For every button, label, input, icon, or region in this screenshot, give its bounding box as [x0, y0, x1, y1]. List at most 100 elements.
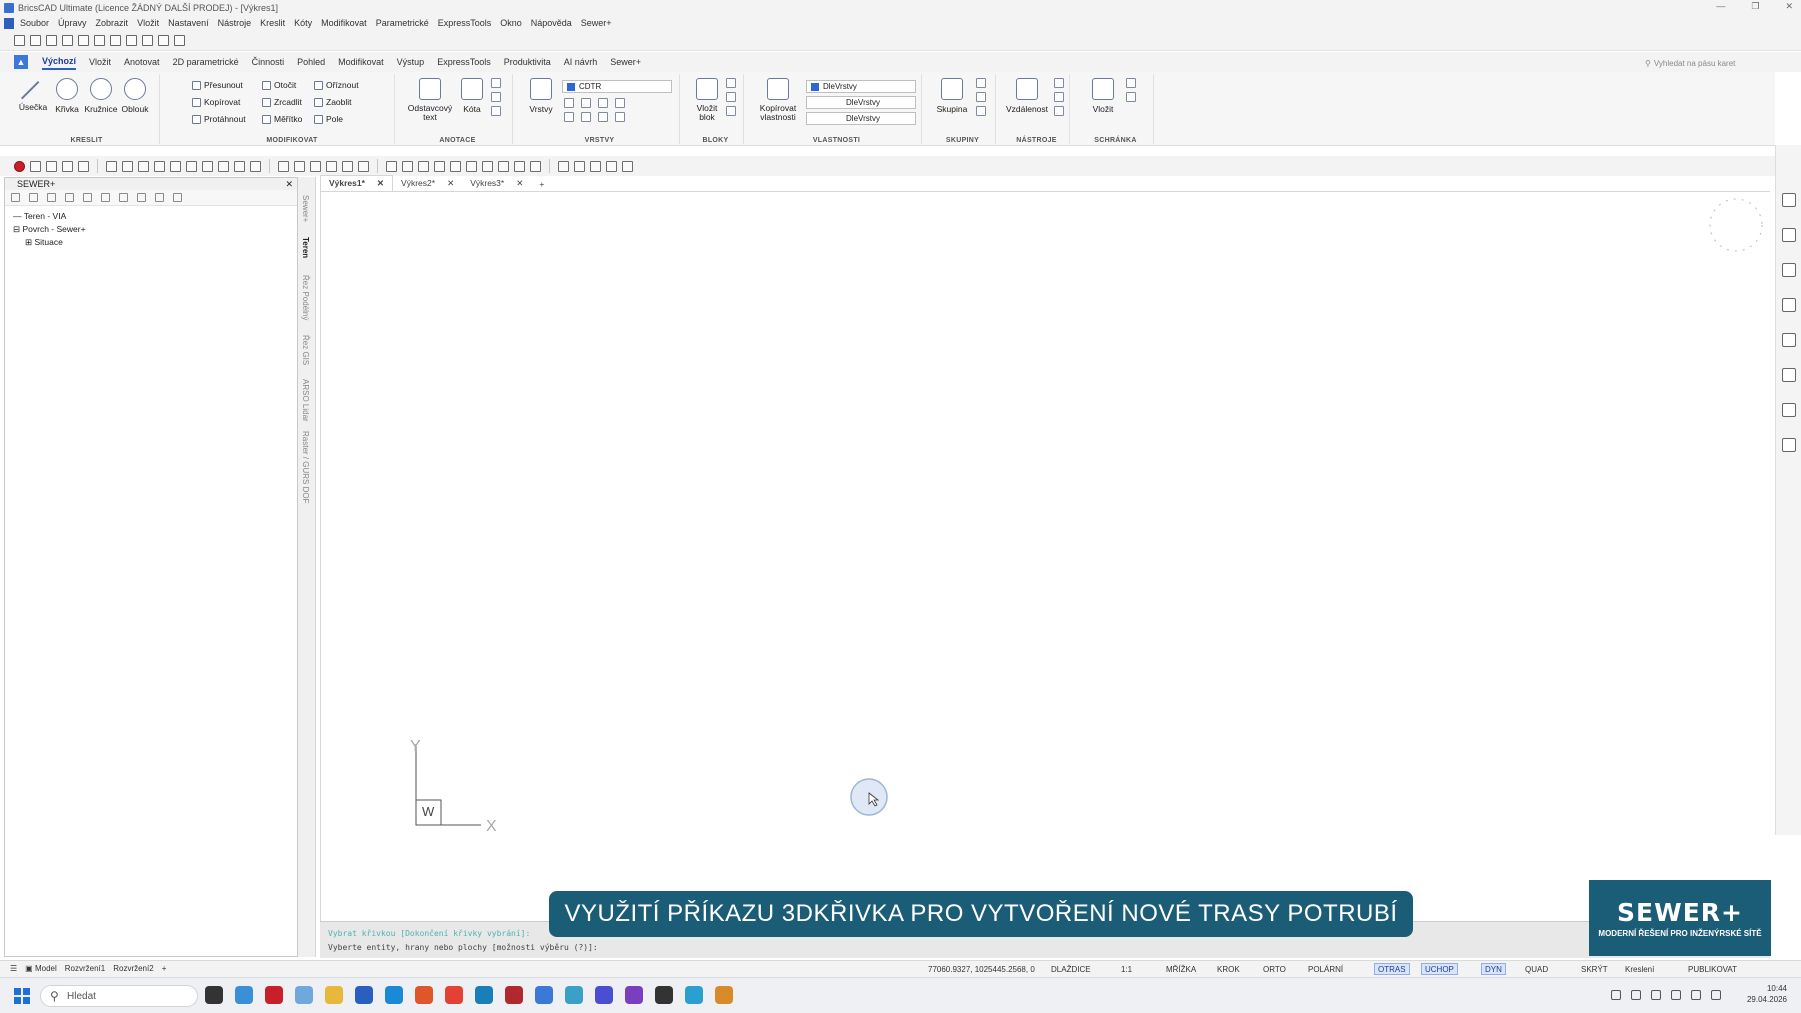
tb-tool-7-icon[interactable] [202, 160, 213, 172]
tb-tool-9-icon[interactable] [278, 160, 289, 172]
microphone-icon[interactable] [1651, 990, 1661, 1000]
tab-pohled[interactable]: Pohled [297, 55, 325, 69]
menu-item-vlozit[interactable]: Vložit [137, 18, 159, 28]
group-tool-3-icon[interactable] [976, 106, 986, 116]
paste-button[interactable]: Vložit [1086, 78, 1120, 114]
layout-tab-rozvrzeni2[interactable]: Rozvržení2 [113, 964, 153, 973]
properties-panel-icon[interactable] [1781, 228, 1796, 242]
side-tab-raster[interactable]: Raster / GURS DOF [301, 431, 310, 503]
layer-tool-8-icon[interactable] [615, 112, 625, 122]
edge-icon[interactable] [385, 986, 403, 1004]
side-tab-teren[interactable]: Teren [301, 237, 310, 258]
menu-item-parametricke[interactable]: Parametrické [376, 18, 429, 28]
tb-tool-16-icon[interactable] [402, 160, 413, 172]
tray-chevron-icon[interactable] [1611, 990, 1621, 1000]
layer-tool-4-icon[interactable] [615, 98, 625, 108]
layers-panel-icon[interactable] [1781, 193, 1796, 207]
app-icon[interactable] [355, 986, 373, 1004]
tb-tool-1-icon[interactable] [106, 160, 117, 172]
panel-tool-2-icon[interactable] [29, 193, 38, 202]
tab-modifikovat[interactable]: Modifikovat [338, 55, 384, 69]
app-icon[interactable] [655, 986, 673, 1004]
stretch-button[interactable]: Protáhnout [192, 114, 246, 124]
layers-button[interactable]: Vrstvy [524, 78, 558, 114]
paste-clip-icon[interactable] [158, 35, 169, 46]
scale-button[interactable]: Měřítko [262, 114, 302, 124]
layer-dropdown[interactable]: CDTR [562, 80, 672, 93]
app-icon[interactable] [595, 986, 613, 1004]
toggle-dlazdice[interactable]: DLAŽDICE [1048, 963, 1094, 975]
tb-tool-13-icon[interactable] [342, 160, 353, 172]
print-icon[interactable] [78, 35, 89, 46]
tab-cinnosti[interactable]: Činnosti [252, 55, 285, 69]
ribbon-app-icon[interactable]: ▲ [14, 55, 28, 69]
tb-tool-14-icon[interactable] [358, 160, 369, 172]
app-icon[interactable] [565, 986, 583, 1004]
close-tab-icon[interactable]: ✕ [516, 178, 523, 189]
tree-item[interactable]: ⊟ Povrch - Sewer+ [13, 223, 297, 236]
panel-close-icon[interactable]: ✕ [285, 179, 293, 190]
array-button[interactable]: Pole [314, 114, 343, 124]
add-layout-icon[interactable]: + [162, 964, 167, 973]
tb-tool-22-icon[interactable] [498, 160, 509, 172]
tree-item[interactable]: ⊞ Situace [13, 236, 297, 249]
tb-tool-27-icon[interactable] [590, 160, 601, 172]
toggle-krok[interactable]: KROK [1214, 963, 1243, 975]
menu-item-nastaveni[interactable]: Nastavení [168, 18, 209, 28]
polyline-button[interactable]: Křivka [50, 78, 84, 114]
clock[interactable]: 10:44 29.04.2026 [1747, 983, 1787, 1005]
toggle-scale[interactable]: 1:1 [1118, 963, 1135, 975]
tab-vystup[interactable]: Výstup [397, 55, 425, 69]
side-tab-rez-gis[interactable]: Řez GIS [301, 335, 310, 365]
circle-button[interactable]: Kružnice [84, 78, 118, 114]
tab-vychozi[interactable]: Výchozí [42, 54, 77, 70]
app-icon[interactable] [625, 986, 643, 1004]
app-icon[interactable] [505, 986, 523, 1004]
tb-tool-2-icon[interactable] [122, 160, 133, 172]
taskview-icon[interactable] [205, 986, 223, 1004]
menu-item-modifikovat[interactable]: Modifikovat [321, 18, 367, 28]
copy-clipboard-icon[interactable] [1126, 92, 1136, 102]
panel-tool-7-icon[interactable] [119, 193, 128, 202]
doc-tab-vykres3[interactable]: Výkres3* ✕ [462, 176, 531, 191]
tb-tool-28-icon[interactable] [606, 160, 617, 172]
toggle-skryt[interactable]: SKRÝT [1578, 963, 1611, 975]
app-icon[interactable] [295, 986, 313, 1004]
tb-open-icon[interactable] [46, 160, 57, 172]
app-icon[interactable] [715, 986, 733, 1004]
linetype-dropdown[interactable]: DleVrstvy [806, 96, 916, 109]
layer-tool-7-icon[interactable] [598, 112, 608, 122]
trim-button[interactable]: Oříznout [314, 80, 359, 90]
structure-icon[interactable] [1781, 368, 1796, 382]
match-icon[interactable] [126, 35, 137, 46]
command-prompt[interactable]: Vyberte entity, hrany nebo plochy [možno… [328, 943, 1770, 952]
side-tab-arso-lidar[interactable]: ARSO Lidar [301, 379, 310, 422]
menu-list-icon[interactable]: ☰ [10, 964, 17, 973]
layout-tab-rozvrzeni1[interactable]: Rozvržení1 [65, 964, 105, 973]
toggle-dyn[interactable]: DYN [1481, 963, 1506, 975]
doc-tab-vykres2[interactable]: Výkres2* ✕ [393, 176, 462, 191]
menu-item-zobrazit[interactable]: Zobrazit [96, 18, 129, 28]
tb-tool-24-icon[interactable] [530, 160, 541, 172]
tb-tool-19-icon[interactable] [450, 160, 461, 172]
toggle-mrizka[interactable]: MŘÍŽKA [1163, 963, 1199, 975]
panel-tool-10-icon[interactable] [173, 193, 182, 202]
chrome-icon[interactable] [445, 986, 463, 1004]
undo-icon[interactable] [94, 35, 105, 46]
mirror-button[interactable]: Zrcadlit [262, 97, 302, 107]
tool-2-icon[interactable] [1054, 92, 1064, 102]
formula-icon[interactable] [1781, 333, 1796, 347]
tb-tool-17-icon[interactable] [418, 160, 429, 172]
view-cube[interactable] [1709, 198, 1763, 252]
tb-tool-6-icon[interactable] [186, 160, 197, 172]
tb-redo-icon[interactable] [250, 160, 261, 172]
battery-icon[interactable] [1711, 990, 1721, 1000]
toggle-otras[interactable]: OTRAS [1374, 963, 1410, 975]
line-button[interactable]: Úsečka [16, 78, 50, 112]
tree-item[interactable]: — Teren - VIA [13, 210, 297, 223]
app-icon[interactable] [265, 986, 283, 1004]
copy-clip-icon[interactable] [142, 35, 153, 46]
file-explorer-icon[interactable] [325, 986, 343, 1004]
tb-tool-15-icon[interactable] [386, 160, 397, 172]
menu-item-koty[interactable]: Kóty [294, 18, 312, 28]
